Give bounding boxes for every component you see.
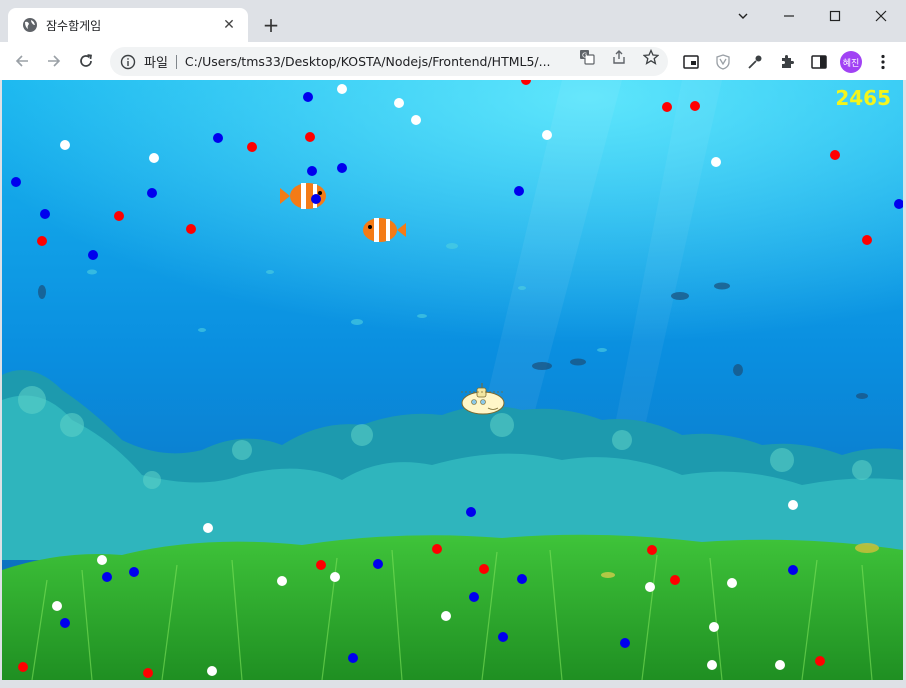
white-dot — [330, 572, 340, 582]
blue-dot — [307, 166, 317, 176]
blue-dot — [466, 507, 476, 517]
reload-icon[interactable] — [72, 47, 100, 75]
globe-icon — [23, 18, 37, 32]
underwater-background — [2, 80, 903, 680]
blue-dot — [213, 133, 223, 143]
blue-dot — [303, 92, 313, 102]
red-dot — [316, 560, 326, 570]
blue-dot — [469, 592, 479, 602]
white-dot — [645, 582, 655, 592]
file-scheme-label: 파일 — [144, 56, 168, 71]
red-dot — [18, 662, 28, 672]
red-dot — [690, 101, 700, 111]
white-dot — [60, 140, 70, 150]
tab-search-chevron-icon[interactable] — [720, 0, 766, 32]
eyedropper-extension-icon[interactable] — [746, 53, 764, 71]
white-dot — [711, 157, 721, 167]
blue-dot — [373, 559, 383, 569]
blue-dot — [147, 188, 157, 198]
white-dot — [411, 115, 421, 125]
white-dot — [394, 98, 404, 108]
tab-close-icon[interactable]: ✕ — [220, 16, 238, 34]
translate-icon[interactable]: G — [579, 49, 595, 65]
window-bottom-border — [0, 680, 906, 688]
red-dot — [247, 142, 257, 152]
browser-window: 잠수함게임 ✕ + 파일 C:/Users/tms33/Desktop/KOST… — [0, 0, 906, 688]
tab-title: 잠수함게임 — [46, 18, 102, 33]
white-dot — [542, 130, 552, 140]
red-dot — [305, 132, 315, 142]
blue-dot — [337, 163, 347, 173]
blue-dot — [620, 638, 630, 648]
forward-arrow-icon[interactable] — [40, 47, 68, 75]
white-dot — [775, 660, 785, 670]
svg-text:G: G — [582, 52, 587, 60]
red-dot — [186, 224, 196, 234]
white-dot — [707, 660, 717, 670]
blue-dot — [11, 177, 21, 187]
red-dot — [143, 668, 153, 678]
white-dot — [52, 601, 62, 611]
red-dot — [815, 656, 825, 666]
blue-dot — [129, 567, 139, 577]
red-dot — [830, 150, 840, 160]
info-icon[interactable] — [120, 54, 136, 70]
blue-dot — [40, 209, 50, 219]
blue-dot — [514, 186, 524, 196]
white-dot — [709, 622, 719, 632]
red-dot — [670, 575, 680, 585]
picture-in-picture-icon[interactable] — [682, 53, 700, 71]
white-dot — [727, 578, 737, 588]
red-dot — [114, 211, 124, 221]
close-window-icon[interactable] — [858, 0, 904, 32]
maximize-icon[interactable] — [812, 0, 858, 32]
tab-game[interactable]: 잠수함게임 ✕ — [8, 8, 248, 42]
white-dot — [97, 555, 107, 565]
toolbar: 파일 C:/Users/tms33/Desktop/KOSTA/Nodejs/F… — [0, 42, 906, 80]
back-arrow-icon[interactable] — [8, 47, 36, 75]
blue-dot — [348, 653, 358, 663]
red-dot — [647, 545, 657, 555]
score-counter: 2465 — [835, 86, 891, 110]
white-dot — [149, 153, 159, 163]
red-dot — [37, 236, 47, 246]
tab-strip: 잠수함게임 ✕ + — [0, 0, 906, 42]
red-dot — [479, 564, 489, 574]
white-dot — [203, 523, 213, 533]
blue-dot — [60, 618, 70, 628]
side-panel-icon[interactable] — [810, 53, 828, 71]
blue-dot — [88, 250, 98, 260]
white-dot — [441, 611, 451, 621]
blue-dot — [894, 199, 903, 209]
game-canvas[interactable]: 2465 — [2, 80, 903, 680]
extensions-puzzle-icon[interactable] — [778, 53, 796, 71]
white-dot — [337, 84, 347, 94]
minimize-icon[interactable] — [766, 0, 812, 32]
red-dot — [662, 102, 672, 112]
share-icon[interactable] — [611, 49, 627, 65]
white-dot — [788, 500, 798, 510]
white-dot — [207, 666, 217, 676]
bookmark-star-icon[interactable] — [643, 49, 659, 65]
blue-dot — [517, 574, 527, 584]
blue-dot — [498, 632, 508, 642]
omnibox-separator — [175, 54, 177, 69]
blue-dot — [788, 565, 798, 575]
url-text[interactable]: C:/Users/tms33/Desktop/KOSTA/Nodejs/Fron… — [185, 54, 570, 69]
menu-kebab-icon[interactable] — [874, 53, 892, 71]
blue-dot — [102, 572, 112, 582]
red-dot — [432, 544, 442, 554]
yellow-fish — [855, 543, 879, 553]
blue-dot — [311, 194, 321, 204]
small-yellow-fish — [601, 572, 615, 578]
new-tab-icon[interactable]: + — [260, 13, 282, 37]
profile-avatar[interactable]: 혜진 — [840, 51, 862, 73]
red-dot — [862, 235, 872, 245]
white-dot — [277, 576, 287, 586]
shield-extension-icon[interactable] — [714, 53, 732, 71]
